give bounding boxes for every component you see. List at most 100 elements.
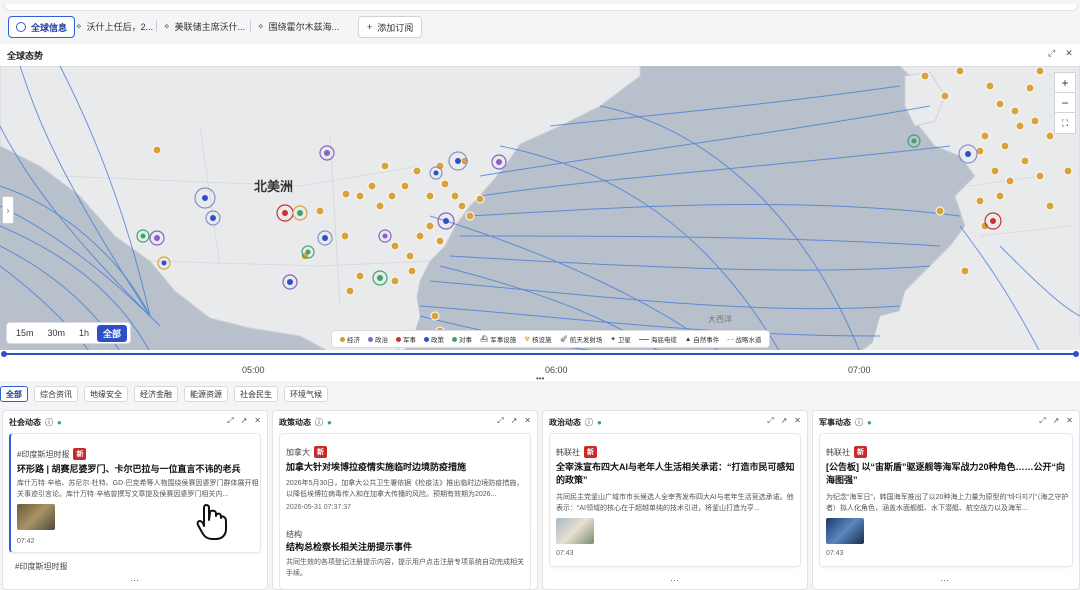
external-link-icon[interactable]: ↗ xyxy=(1053,416,1060,426)
news-time: 07:42 xyxy=(17,538,35,545)
live-dot-icon: ● xyxy=(327,418,332,427)
close-icon[interactable]: ✕ xyxy=(1066,416,1073,426)
news-thumbnail[interactable] xyxy=(17,504,55,530)
dashed-line-icon: - - xyxy=(727,335,734,343)
category-general[interactable]: 综合资讯 xyxy=(34,386,78,402)
external-link-icon[interactable]: ↗ xyxy=(511,416,518,426)
time-tick: 05:00 xyxy=(242,365,265,375)
zoom-out-button[interactable]: − xyxy=(1054,92,1076,114)
ocean-label: 大西洋 xyxy=(708,314,732,324)
zoom-in-button[interactable]: + xyxy=(1054,72,1076,94)
source-name: #印度斯坦时报 xyxy=(15,562,68,571)
close-icon[interactable]: ✕ xyxy=(524,416,531,426)
top-card-edge xyxy=(4,4,1078,11)
external-link-icon[interactable]: ↗ xyxy=(241,416,248,426)
range-30m[interactable]: 30m xyxy=(42,326,72,340)
news-summary: 共同生效的各项登记注册提示内容，提示用户点击注册专项系统自动完成相关手续。 xyxy=(286,559,524,577)
help-icon[interactable]: ⓘ xyxy=(855,417,863,428)
radiation-icon: ☢ xyxy=(524,336,531,343)
legend-economy[interactable]: 经济 xyxy=(340,334,360,344)
category-all[interactable]: 全部 xyxy=(0,386,28,402)
fit-view-button[interactable]: ⛶ xyxy=(1054,112,1076,134)
news-thumbnail[interactable] xyxy=(826,518,864,544)
range-15m[interactable]: 15m xyxy=(10,326,40,340)
legend-launch-site[interactable]: 🚀︎ 航天发射场 xyxy=(560,334,603,344)
tab-subscription-2[interactable]: ⋄ 美联储主席沃什... xyxy=(164,16,245,36)
category-energy[interactable]: 能源资源 xyxy=(184,386,228,402)
news-time: 2026-05-31 07:37:37 xyxy=(286,504,351,511)
category-environment[interactable]: 环境气候 xyxy=(284,386,328,402)
help-icon[interactable]: ⓘ xyxy=(585,417,593,428)
expand-icon[interactable]: ⤢ xyxy=(1039,416,1045,426)
world-map[interactable]: 北美洲 大西洋 xyxy=(0,66,1080,352)
tab-subscription-3[interactable]: ⋄ 围绕霍尔木兹海... xyxy=(258,16,339,36)
close-icon[interactable]: ✕ xyxy=(794,416,801,426)
time-range-selector: 15m 30m 1h 全部 xyxy=(6,322,132,344)
panel-military: 军事动态 ⓘ ● ⤢ ↗ ✕ 韩联社 新 [公告板] 以“宙斯盾”驱逐舰等海军战… xyxy=(812,410,1080,590)
tab-subscription-1[interactable]: ⋄ 沃什上任后，2... xyxy=(76,16,153,36)
live-dot-icon: ● xyxy=(597,418,602,427)
news-headline[interactable]: 结构总检察长相关注册提示事件 xyxy=(286,541,531,554)
rocket-icon: 🚀︎ xyxy=(559,336,568,343)
help-icon[interactable]: ⓘ xyxy=(315,417,323,428)
close-icon[interactable]: ✕ xyxy=(254,416,261,426)
legend-policy[interactable]: 政策 xyxy=(424,334,444,344)
legend-dot xyxy=(452,336,457,342)
news-headline[interactable]: [公告板] 以“宙斯盾”驱逐舰等海军战力20种角色……公开“向海图强” xyxy=(826,461,1070,487)
close-icon[interactable]: ✕ xyxy=(1065,48,1073,59)
more-handle[interactable]: ··· xyxy=(130,575,139,585)
legend-cable[interactable]: 海底电缆 xyxy=(638,334,677,344)
tag-icon: ⋄ xyxy=(164,20,170,31)
satellite-icon: ✦ xyxy=(610,336,616,343)
add-subscription-button[interactable]: + 添加订阅 xyxy=(358,16,423,38)
legend-label: 军事设施 xyxy=(490,337,517,344)
news-card[interactable]: 韩联社 新 [公告板] 以“宙斯盾”驱逐舰等海军战力20种角色……公开“向海图强… xyxy=(819,433,1073,567)
panel-title: 政策动态 ⓘ ● xyxy=(279,417,332,428)
news-card[interactable]: 韩联社 新 全宰洙宣布四大AI与老年人生活相关承诺：“打造市民可感知的政策” 共… xyxy=(549,433,801,567)
news-headline[interactable]: 加拿大针对埃博拉疫情实施临时边境防疫措施 xyxy=(286,461,531,474)
external-link-icon[interactable]: ↗ xyxy=(781,416,788,426)
panel-controls: ⤢ ↗ ✕ xyxy=(227,416,261,426)
news-thumbnail[interactable] xyxy=(556,518,594,544)
legend-politics[interactable]: 政治 xyxy=(368,334,388,344)
expand-icon[interactable]: ⤢ xyxy=(497,416,503,426)
expand-icon[interactable]: ⤢ xyxy=(1048,48,1055,59)
news-card[interactable]: 结构 结构总检察长相关注册提示事件 共同生效的各项登记注册提示内容，提示用户点击… xyxy=(279,523,531,589)
legend-military[interactable]: 军事 xyxy=(396,334,416,344)
category-geo-security[interactable]: 地缘安全 xyxy=(84,386,128,402)
sidebar-toggle-handle[interactable]: › xyxy=(2,196,14,224)
more-handle[interactable]: ··· xyxy=(940,575,949,585)
legend-nuclear[interactable]: ☢ 核设施 xyxy=(524,334,551,344)
timeline-start-handle[interactable] xyxy=(1,351,7,357)
help-icon[interactable]: ⓘ xyxy=(45,417,53,428)
tab-global-info[interactable]: 全球信息 xyxy=(8,16,76,38)
news-headline[interactable]: 环形路 | 胡赛尼婆罗门、卡尔巴拉与一位直言不讳的老兵 xyxy=(17,463,262,476)
legend-military-facility[interactable]: ⛴ 军事设施 xyxy=(480,334,516,344)
legend-label: 政治 xyxy=(375,337,388,344)
range-1h[interactable]: 1h xyxy=(73,326,95,340)
news-source: 韩联社 新 xyxy=(556,446,597,458)
panel-title-text: 军事动态 xyxy=(819,418,851,427)
legend-satellite[interactable]: ✦ 卫星 xyxy=(610,334,630,344)
resize-handle[interactable]: ••• xyxy=(536,374,544,383)
legend-waterway[interactable]: - - 战略水道 xyxy=(727,334,761,345)
expand-icon[interactable]: ⤢ xyxy=(767,416,773,426)
time-tick: 06:00 xyxy=(545,365,568,375)
panel-controls: ⤢ ↗ ✕ xyxy=(767,416,801,426)
legend-label: 政策 xyxy=(431,337,444,344)
globe-icon xyxy=(16,22,26,32)
legend-natural-event[interactable]: ▲ 自然事件 xyxy=(685,334,719,345)
panel-controls: ⤢ ↗ ✕ xyxy=(497,416,531,426)
news-time: 07:43 xyxy=(556,550,574,557)
timeline-end-handle[interactable] xyxy=(1073,351,1079,357)
category-society[interactable]: 社会民生 xyxy=(234,386,278,402)
timeline-track[interactable] xyxy=(4,353,1076,355)
expand-icon[interactable]: ⤢ xyxy=(227,416,233,426)
news-headline[interactable]: 全宰洙宣布四大AI与老年人生活相关承诺：“打造市民可感知的政策” xyxy=(556,461,796,487)
more-handle[interactable]: ··· xyxy=(670,575,679,585)
category-economy[interactable]: 经济金融 xyxy=(134,386,178,402)
range-all[interactable]: 全部 xyxy=(97,324,128,342)
source-name: 结构 xyxy=(286,530,302,539)
news-card[interactable]: 加拿大 新 加拿大针对埃博拉疫情实施临时边境防疫措施 2026年5月30日，加拿… xyxy=(279,433,531,527)
legend-affairs[interactable]: 对事 xyxy=(452,334,472,344)
